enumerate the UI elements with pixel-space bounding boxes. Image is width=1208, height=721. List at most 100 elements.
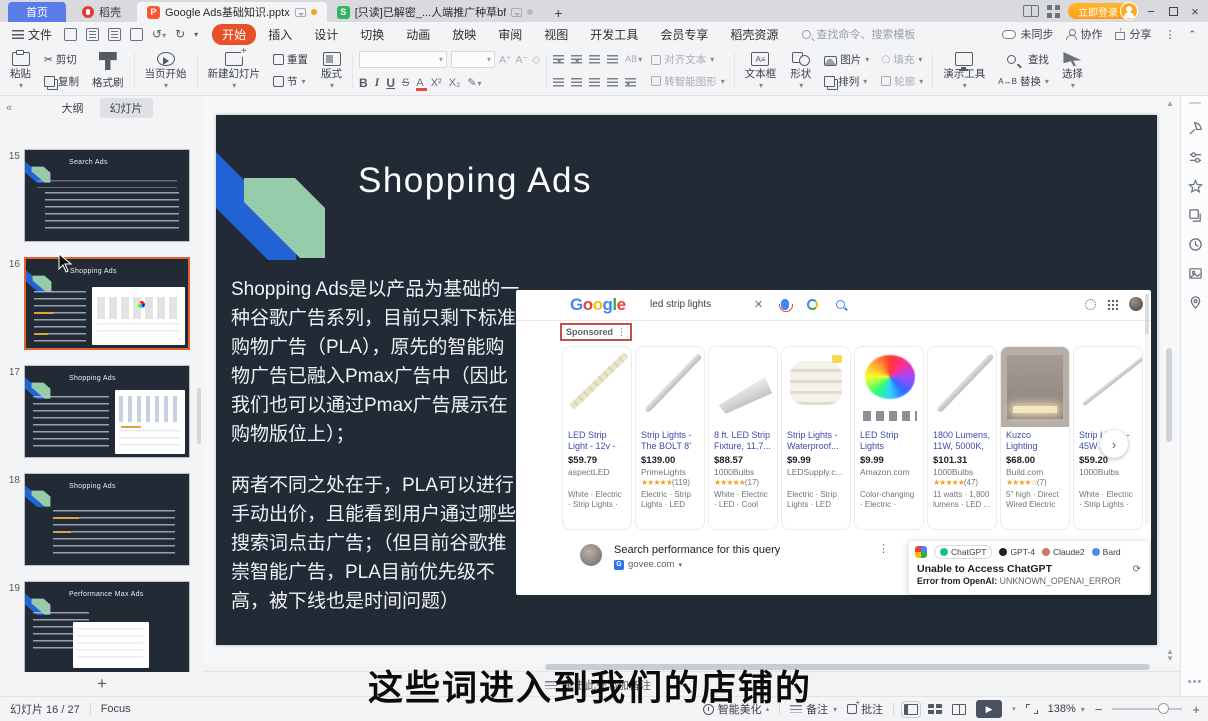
restore-button[interactable] [1166, 4, 1180, 19]
voice-search-icon[interactable] [781, 299, 789, 310]
ai-model-chip[interactable]: ChatGPT [934, 545, 992, 559]
zoom-slider-thumb[interactable] [1158, 703, 1169, 714]
settings-gear-icon[interactable] [1085, 299, 1096, 310]
slide-16[interactable]: Shopping Ads Shopping Ads是以产品为基础的一种谷歌广告系… [216, 115, 1157, 645]
print-icon[interactable] [108, 28, 121, 41]
split-window-icon[interactable] [1023, 5, 1039, 17]
product-card[interactable]: LED Strip Lights 32.8ft,... $9.99 Amazon… [854, 346, 924, 530]
menu-item-5[interactable]: 放映 [442, 24, 486, 45]
product-card[interactable]: Kuzco Lighting EW71305... $68.00 Build.c… [1000, 346, 1070, 530]
section-button[interactable]: 节 [270, 73, 311, 90]
font-family-select[interactable]: ▾ [359, 51, 447, 68]
product-title[interactable]: LED Strip Light - 12v - Flexib... [568, 430, 626, 452]
focus-mode-label[interactable]: Focus [101, 703, 131, 715]
to-smartart-button[interactable]: 转智能图形 [648, 73, 728, 90]
replace-button[interactable]: A↔B替换 [995, 73, 1052, 90]
decrease-indent-button[interactable] [589, 55, 600, 64]
layout-button[interactable]: 版式 [317, 49, 346, 92]
home-tab[interactable]: 首页 [8, 2, 66, 22]
qat-more-icon[interactable]: ▾ [194, 30, 198, 39]
doc-tab-spreadsheet[interactable]: S [只读]已解密_...人端推广种草bf [327, 2, 544, 22]
shapes-button[interactable]: 形状 [786, 49, 815, 92]
underline-button[interactable]: U [386, 76, 395, 90]
add-slide-button[interactable]: + [0, 672, 204, 696]
panel-more-icon[interactable]: ••• [1181, 676, 1208, 688]
slide-title[interactable]: Shopping Ads [358, 161, 592, 201]
search-submit-icon[interactable] [836, 300, 845, 309]
product-title[interactable]: 1800 Lumens, 11W, 5000K, ... [933, 430, 991, 452]
slide-thumbnail-18[interactable]: Shopping Ads [24, 473, 190, 566]
zoom-in-button[interactable]: + [1192, 702, 1200, 717]
slides-tab[interactable]: 幻灯片 [100, 98, 153, 118]
zoom-slider[interactable] [1112, 708, 1182, 710]
google-apps-icon[interactable] [1107, 299, 1118, 310]
text-box-button[interactable]: A≡ 文本框 [741, 49, 781, 92]
product-card[interactable]: 1800 Lumens, 11W, 5000K, ... $101.31 100… [927, 346, 997, 530]
ai-model-chip[interactable]: GPT-4 [999, 547, 1035, 557]
redo-icon[interactable]: ↻ [175, 27, 185, 41]
carousel-next-button[interactable]: › [1100, 430, 1128, 458]
numbering-button[interactable] [571, 55, 582, 64]
sidebar-scrollbar[interactable] [197, 388, 201, 444]
paste-button[interactable]: 粘贴 [6, 49, 35, 92]
refresh-icon[interactable]: ⟳ [1133, 564, 1141, 575]
slide-thumbnail-17[interactable]: Shopping Ads [24, 365, 190, 458]
menu-item-7[interactable]: 视图 [534, 24, 578, 45]
command-search[interactable]: 查找命令、搜索模板 [802, 26, 915, 42]
picture-button[interactable]: 图片 [821, 51, 872, 68]
product-card[interactable]: Strip Lights - Waterproof... $9.99 LEDSu… [781, 346, 851, 530]
outline-tab[interactable]: 大纲 [52, 98, 94, 118]
product-card[interactable]: 8 ft. LED Strip Fixture, 11,7... $88.57 … [708, 346, 778, 530]
zoom-level[interactable]: 138% [1048, 703, 1085, 715]
settings-sliders-icon[interactable] [1181, 143, 1208, 172]
menu-item-1[interactable]: 插入 [258, 24, 302, 45]
increase-indent-button[interactable] [607, 55, 618, 64]
doc-tab-active[interactable]: P Google Ads基础知识.pptx [137, 2, 327, 22]
beautify-star-icon[interactable] [1181, 172, 1208, 201]
italic-button[interactable]: I [375, 75, 380, 90]
product-title[interactable]: Strip Lights - Waterproof... [787, 430, 845, 452]
clear-format-icon[interactable]: ◇ [532, 54, 540, 66]
product-title[interactable]: Kuzco Lighting EW71305... [1006, 430, 1064, 452]
profile-avatar[interactable] [1129, 297, 1143, 311]
collapse-ribbon-icon[interactable]: ⌃ [1188, 29, 1196, 40]
slide-sorter-view-button[interactable] [928, 704, 942, 714]
align-center-button[interactable] [571, 78, 582, 87]
undo-icon[interactable]: ↺▾ [152, 27, 166, 41]
slideshow-play-button[interactable]: ▶ [976, 700, 1002, 718]
file-menu[interactable]: 文件 [12, 26, 52, 43]
outline-button[interactable]: 轮廓 [878, 73, 926, 90]
more-menu-icon[interactable]: ⋮ [1164, 28, 1175, 41]
product-card[interactable]: LED Strip Light - 12v - Flexib... $59.79… [562, 346, 632, 530]
location-pin-icon[interactable] [1181, 288, 1208, 317]
panel-handle[interactable] [1189, 102, 1201, 104]
strikethrough-button[interactable]: S [402, 77, 409, 89]
new-tab-button[interactable]: + [549, 4, 567, 22]
align-text-button[interactable]: 对齐文本 [648, 51, 728, 68]
menu-item-2[interactable]: 设计 [304, 24, 348, 45]
cut-button[interactable]: ✂剪切 [41, 51, 82, 68]
fit-slide-icon[interactable] [1026, 704, 1038, 714]
clear-query-icon[interactable]: ✕ [754, 298, 763, 311]
scroll-up-arrow[interactable]: ▲ [1166, 99, 1174, 108]
product-title[interactable]: 8 ft. LED Strip Fixture, 11,7... [714, 430, 772, 452]
menu-item-3[interactable]: 切换 [350, 24, 394, 45]
menu-item-9[interactable]: 会员专享 [650, 24, 718, 45]
scroll-down-arrows[interactable]: ▲▼ [1166, 648, 1174, 662]
menu-item-6[interactable]: 审阅 [488, 24, 532, 45]
reading-view-button[interactable] [952, 704, 966, 715]
fill-button[interactable]: ⬠填充 [878, 51, 926, 68]
line-spacing-button[interactable] [625, 78, 636, 87]
bold-button[interactable]: B [359, 76, 368, 90]
slide-thumbnail-19[interactable]: Performance Max Ads [24, 581, 190, 672]
menu-item-0[interactable]: 开始 [212, 24, 256, 45]
subscript-button[interactable]: X₂ [449, 77, 461, 89]
close-button[interactable]: × [1188, 4, 1202, 19]
align-left-button[interactable] [553, 78, 564, 87]
play-options-icon[interactable]: ▾ [1012, 705, 1016, 713]
export-icon[interactable] [86, 28, 99, 41]
reset-button[interactable]: 重置 [270, 51, 311, 68]
presentation-tools-button[interactable]: 演示工具 [939, 49, 989, 92]
duplicate-icon[interactable] [1181, 201, 1208, 230]
align-right-button[interactable] [589, 78, 600, 87]
